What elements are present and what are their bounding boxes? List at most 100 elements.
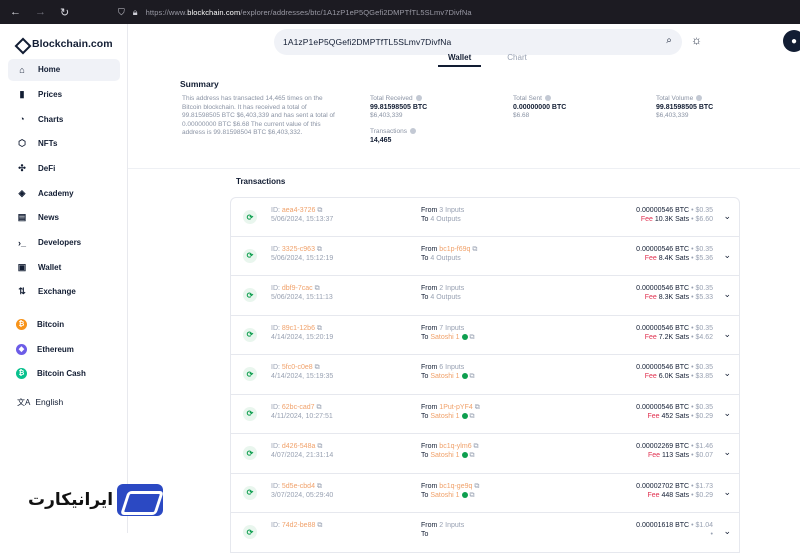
table-row[interactable]: ⟳ ID: 5fc0-c0e8 ⧉ 4/14/2024, 15:19:35 From … — [230, 355, 740, 395]
shield-icon[interactable]: ⛉ — [118, 7, 125, 18]
table-row[interactable]: ⟳ ID: d426-548a ⧉ 4/07/2024, 21:31:14 From … — [230, 434, 740, 474]
sidebar-coin-bitcoin[interactable]: ₿ Bitcoin — [8, 314, 120, 336]
table-row[interactable]: ⟳ ID: 3325-c963 ⧉ 5/06/2024, 15:12:19 From … — [230, 236, 740, 276]
from-value[interactable]: 1Put-pYF4 — [439, 404, 472, 411]
fee-label: Fee — [644, 373, 657, 380]
sidebar-item-defi[interactable]: ✣ DeFi — [8, 157, 120, 179]
to-value[interactable]: Satoshi 1 — [430, 492, 459, 499]
tx-id-link[interactable]: 3325-c963 — [282, 246, 315, 253]
copy-icon[interactable]: ⧉ — [315, 246, 322, 253]
chevron-down-icon[interactable]: ⌄ — [723, 526, 731, 537]
tx-id-link[interactable]: d426-548a — [282, 443, 315, 450]
table-row[interactable]: ⟳ ID: 5d5e-cbd4 ⧉ 3/07/2024, 05:29:40 From … — [230, 473, 740, 513]
back-arrow-icon[interactable]: ← — [10, 6, 21, 19]
tx-id-link[interactable]: dbf9-7cac — [282, 285, 313, 292]
chevron-down-icon[interactable]: ⌄ — [723, 447, 731, 458]
sidebar-item-academy[interactable]: ◈ Academy — [8, 182, 120, 204]
table-row[interactable]: ⟳ ID: aea4-3726 ⧉ 5/06/2024, 15:13:37 From … — [230, 197, 740, 237]
to-value[interactable]: 4 Outputs — [430, 216, 460, 223]
user-avatar-icon[interactable]: ● — [783, 30, 800, 52]
info-icon[interactable] — [544, 95, 551, 101]
sidebar-item-wallet[interactable]: ▣ Wallet — [8, 256, 120, 278]
language-selector[interactable]: 文A English — [17, 397, 127, 408]
tx-id-link[interactable]: 62bc-cad7 — [282, 404, 315, 411]
to-value[interactable]: Satoshi 1 — [430, 413, 459, 420]
copy-icon[interactable]: ⧉ — [470, 246, 477, 253]
from-label: From — [421, 207, 438, 214]
tx-id-link[interactable]: 5d5e-cbd4 — [282, 483, 315, 490]
tx-amount-cell: 0.00000546 BTC • $0.35 Fee 10.3K Sats • $… — [636, 207, 713, 223]
chevron-down-icon[interactable]: ⌄ — [723, 329, 731, 340]
chevron-down-icon[interactable]: ⌄ — [723, 487, 731, 498]
stat-btc: 99.81598505 BTC — [370, 104, 428, 111]
chevron-down-icon[interactable]: ⌄ — [723, 289, 731, 300]
tab-chart[interactable]: Chart — [507, 53, 527, 67]
to-value[interactable]: Satoshi 1 — [430, 452, 459, 459]
info-icon[interactable] — [696, 95, 703, 101]
tx-id-link[interactable]: 89c1-12b6 — [282, 325, 315, 332]
from-value[interactable]: bc1q-ge9q — [439, 483, 472, 490]
copy-icon[interactable]: ⧉ — [315, 404, 322, 411]
from-value[interactable]: 3 Inputs — [439, 207, 464, 214]
sidebar-item-prices[interactable]: ▮ Prices — [8, 83, 120, 105]
copy-icon[interactable]: ⧉ — [468, 492, 474, 499]
table-row[interactable]: ⟳ ID: 89c1-12b6 ⧉ 4/14/2024, 15:20:19 From … — [230, 315, 740, 355]
copy-icon[interactable]: ⧉ — [468, 373, 474, 380]
lock-icon[interactable]: 🔒︎ — [133, 7, 138, 18]
sidebar-item-news[interactable]: ▤ News — [8, 207, 120, 229]
from-value[interactable]: 2 Inputs — [439, 522, 464, 529]
copy-icon[interactable]: ⧉ — [468, 334, 474, 341]
info-icon[interactable] — [409, 128, 416, 134]
from-value[interactable]: 2 Inputs — [439, 285, 464, 292]
copy-icon[interactable]: ⧉ — [315, 522, 322, 529]
copy-icon[interactable]: ⧉ — [313, 364, 320, 371]
from-value[interactable]: bc1q-ylm6 — [439, 443, 471, 450]
to-value[interactable]: Satoshi 1 — [430, 373, 459, 380]
forward-arrow-icon[interactable]: → — [35, 6, 46, 19]
table-row[interactable]: ⟳ ID: 62bc-cad7 ⧉ 4/11/2024, 10:27:51 From … — [230, 394, 740, 434]
copy-icon[interactable]: ⧉ — [313, 285, 320, 292]
chevron-down-icon[interactable]: ⌄ — [723, 408, 731, 419]
tx-id-link[interactable]: 74d2-be88 — [282, 522, 315, 529]
tx-id-link[interactable]: 5fc0-c0e8 — [282, 364, 313, 371]
copy-icon[interactable]: ⧉ — [315, 207, 322, 214]
sidebar-coin-bitcoin-cash[interactable]: ₿ Bitcoin Cash — [8, 363, 120, 385]
chevron-down-icon[interactable]: ⌄ — [723, 211, 731, 222]
search-icon[interactable]: ⌕ — [666, 35, 672, 46]
copy-icon[interactable]: ⧉ — [315, 325, 322, 332]
table-row[interactable]: ⟳ ID: dbf9-7cac ⧉ 5/06/2024, 15:11:13 From … — [230, 276, 740, 316]
to-value[interactable]: Satoshi 1 — [430, 334, 459, 341]
sidebar-item-nfts[interactable]: ⬡ NFTs — [8, 133, 120, 155]
copy-icon[interactable]: ⧉ — [472, 483, 479, 490]
sidebar-coin-ethereum[interactable]: ◆ Ethereum — [8, 338, 120, 360]
brand-logo[interactable]: Blockchain.com — [0, 24, 127, 56]
tx-id-link[interactable]: aea4-3726 — [282, 207, 315, 214]
to-value[interactable]: 4 Outputs — [430, 255, 460, 262]
tx-id-cell: ID: 62bc-cad7 ⧉ 4/11/2024, 10:27:51 — [271, 403, 333, 420]
theme-toggle-sun-icon[interactable]: ☼ — [691, 33, 702, 47]
from-value[interactable]: bc1p-f69q — [439, 246, 470, 253]
to-value[interactable]: 4 Outputs — [430, 294, 460, 301]
address-bar[interactable]: https://www.blockchain.com/explorer/addr… — [146, 8, 472, 17]
pie-icon: ◔ — [19, 114, 25, 125]
sidebar-item-exchange[interactable]: ⇅ Exchange — [8, 281, 120, 303]
sidebar-item-label: Home — [38, 65, 61, 75]
copy-icon[interactable]: ⧉ — [472, 443, 479, 450]
search-input[interactable]: 1A1zP1eP5QGefi2DMPTfTL5SLmv7DivfNa ⌕ — [274, 29, 682, 55]
sidebar-item-home[interactable]: ⌂ Home — [8, 58, 120, 81]
copy-icon[interactable]: ⧉ — [473, 404, 480, 411]
copy-icon[interactable]: ⧉ — [468, 452, 474, 459]
chevron-down-icon[interactable]: ⌄ — [723, 250, 731, 261]
copy-icon[interactable]: ⧉ — [315, 443, 322, 450]
copy-icon[interactable]: ⧉ — [468, 413, 474, 420]
reload-icon[interactable]: ↻ — [60, 6, 69, 19]
copy-icon[interactable]: ⧉ — [315, 483, 322, 490]
from-value[interactable]: 6 Inputs — [439, 364, 464, 371]
sidebar-item-developers[interactable]: ›_ Developers — [8, 232, 120, 254]
chevron-down-icon[interactable]: ⌄ — [723, 368, 731, 379]
from-value[interactable]: 7 Inputs — [439, 325, 464, 332]
from-label: From — [421, 245, 438, 253]
sidebar-item-charts[interactable]: ◔ Charts — [8, 108, 120, 130]
tab-wallet[interactable]: Wallet — [438, 53, 482, 67]
info-icon[interactable] — [415, 95, 422, 101]
